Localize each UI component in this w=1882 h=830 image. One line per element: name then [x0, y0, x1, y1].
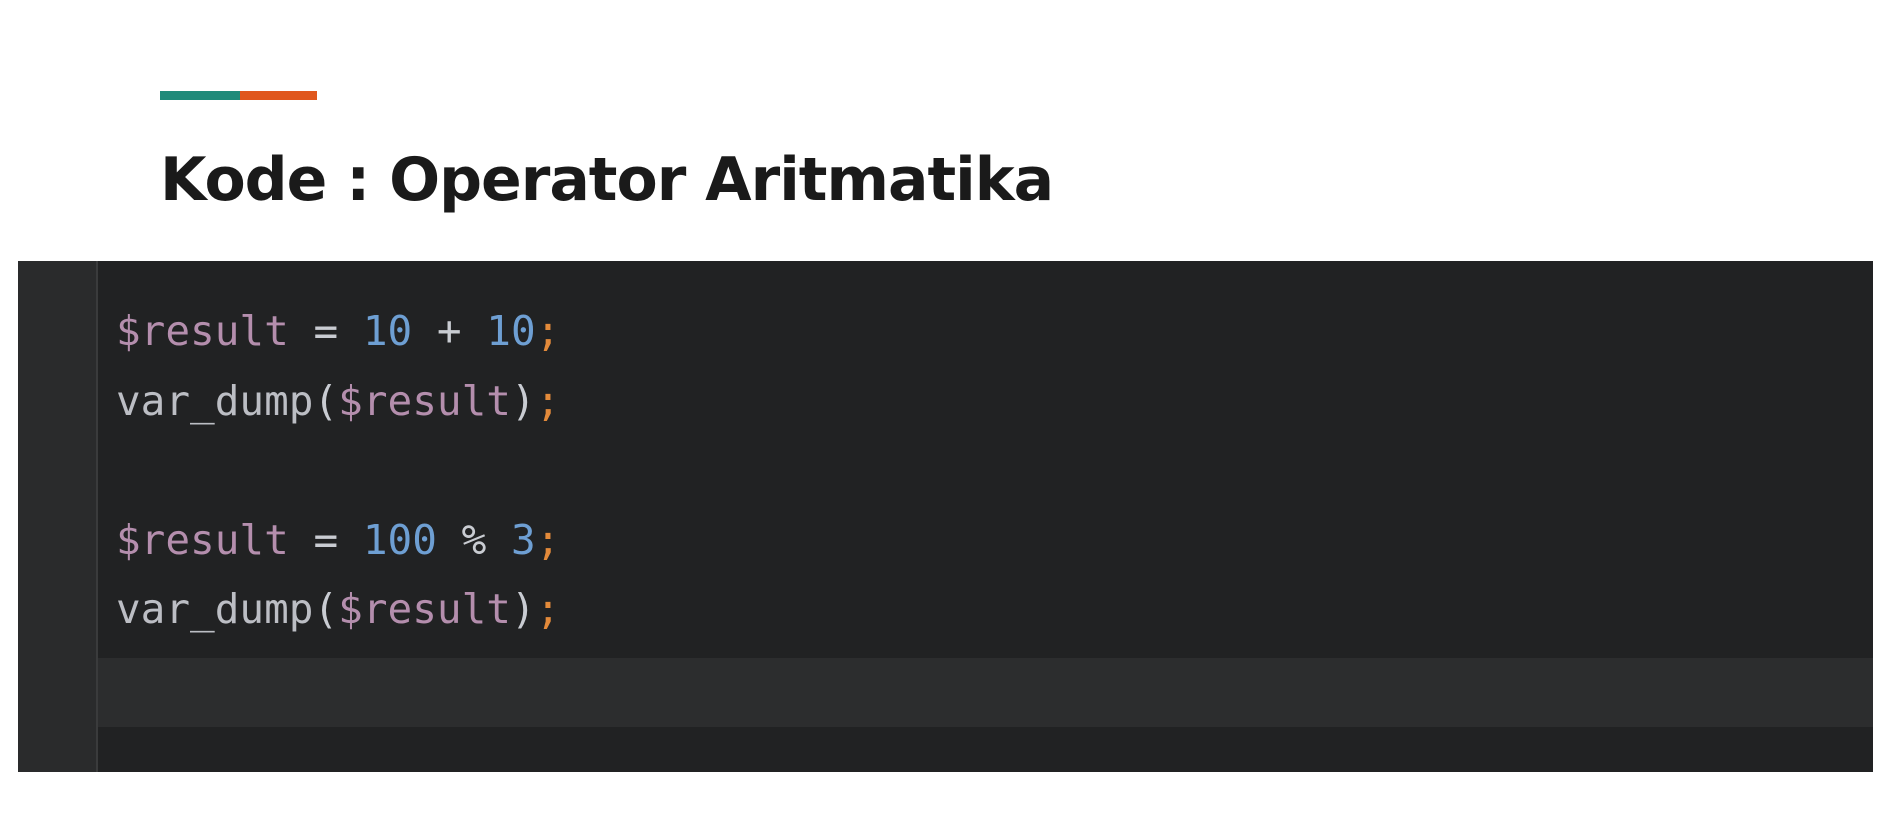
editor-gutter	[18, 261, 98, 772]
code-line-4: $result = 100 % 3;	[116, 506, 560, 576]
code-operator: %	[436, 515, 511, 564]
code-variable: $result	[338, 585, 511, 633]
code-paren: (	[313, 585, 339, 633]
accent-bar-orange	[240, 91, 317, 100]
code-semicolon: ;	[535, 307, 561, 355]
code-paren: )	[510, 585, 536, 633]
code-operator: =	[288, 515, 363, 564]
code-line-5: var_dump($result);	[116, 575, 560, 645]
code-number: 10	[486, 307, 536, 355]
accent-bar-teal	[160, 91, 240, 100]
code-paren: (	[313, 376, 339, 425]
page-title: Kode : Operator Aritmatika	[160, 145, 1054, 215]
code-block[interactable]: $result = 10 + 10; var_dump($result); $re…	[116, 297, 560, 645]
code-semicolon: ;	[535, 515, 561, 564]
code-variable: $result	[116, 515, 289, 564]
code-variable: $result	[116, 307, 289, 355]
code-editor[interactable]: $result = 10 + 10; var_dump($result); $re…	[18, 261, 1873, 772]
code-semicolon: ;	[535, 376, 561, 425]
code-number: 3	[510, 515, 536, 564]
code-function: var_dump	[116, 585, 314, 633]
code-operator: +	[412, 307, 487, 355]
code-variable: $result	[338, 376, 511, 425]
code-semicolon: ;	[535, 585, 561, 633]
current-line-highlight	[98, 658, 1873, 727]
code-operator: =	[288, 307, 363, 355]
code-line-1: $result = 10 + 10;	[116, 297, 560, 367]
code-number: 10	[362, 307, 413, 355]
code-function: var_dump	[116, 376, 314, 425]
code-paren: )	[510, 376, 536, 425]
title-accent-bar	[160, 91, 317, 100]
code-line-2: var_dump($result);	[116, 367, 560, 437]
code-number: 100	[362, 515, 437, 564]
